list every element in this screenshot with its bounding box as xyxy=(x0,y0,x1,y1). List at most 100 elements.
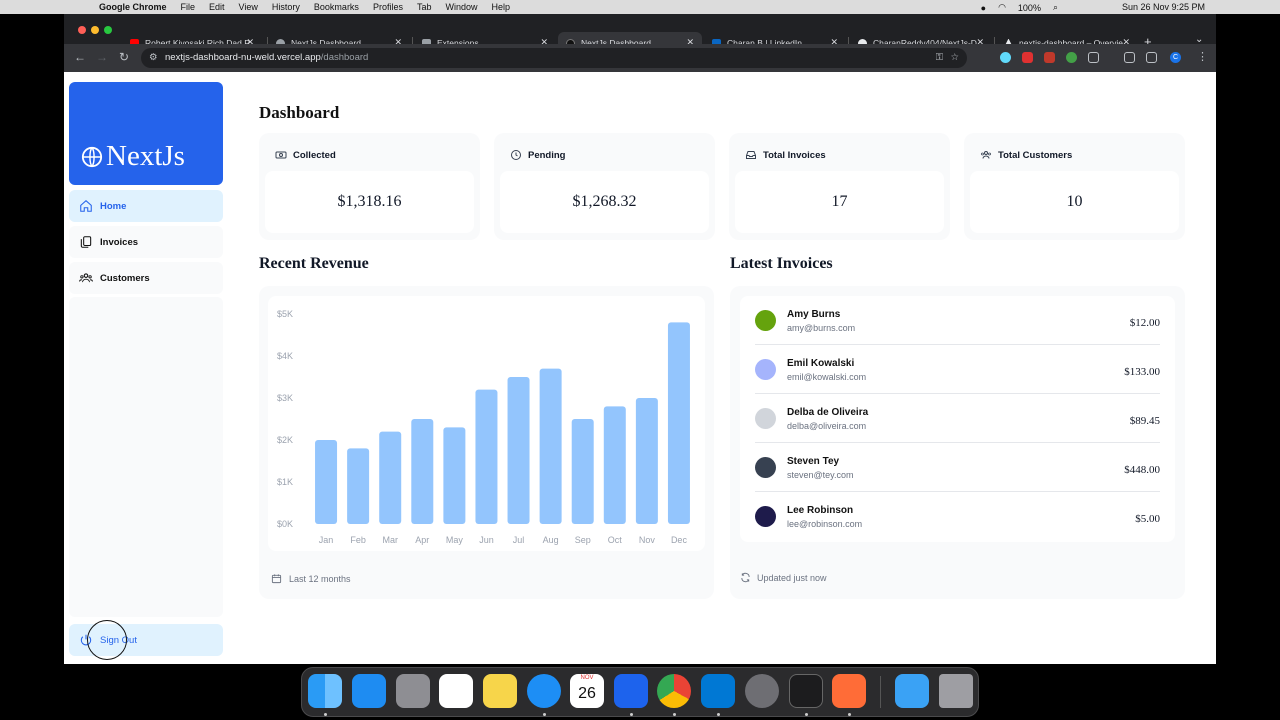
system-settings-icon[interactable] xyxy=(745,674,779,708)
invoice-row[interactable]: Emil Kowalski emil@kowalski.com $133.00 xyxy=(755,345,1160,394)
record-icon[interactable]: ● xyxy=(981,3,986,13)
launchpad-icon[interactable] xyxy=(396,674,430,708)
finder-icon[interactable] xyxy=(308,674,342,708)
revenue-bar[interactable] xyxy=(347,448,370,524)
profile-avatar[interactable]: C xyxy=(1170,52,1181,63)
extensions-puzzle-icon[interactable] xyxy=(1088,52,1099,63)
docker-icon[interactable] xyxy=(614,674,648,708)
x-tick-label: Mar xyxy=(382,535,398,545)
menu-bookmarks[interactable]: Bookmarks xyxy=(314,2,359,12)
media-controls-icon[interactable] xyxy=(1124,52,1135,63)
menu-window[interactable]: Window xyxy=(445,2,477,12)
close-window-button[interactable] xyxy=(78,26,86,34)
menu-file[interactable]: File xyxy=(181,2,196,12)
react-devtools-icon[interactable] xyxy=(1000,52,1011,63)
revenue-bar[interactable] xyxy=(571,419,594,524)
trash-icon[interactable] xyxy=(939,674,973,708)
bookmark-star-icon[interactable]: ☆ xyxy=(950,48,959,68)
dashboard-page: NextJs Home Invoices Customers Sign Out … xyxy=(64,72,1216,664)
forward-icon[interactable]: → xyxy=(96,50,108,64)
address-bar[interactable]: ⚙ nextjs-dashboard-nu-weld.vercel.app/da… xyxy=(141,48,967,68)
invoice-customer-email: delba@oliveira.com xyxy=(787,421,867,431)
card-label: Total Customers xyxy=(980,149,1072,161)
invoice-customer-name: Steven Tey xyxy=(787,456,840,467)
back-icon[interactable]: ← xyxy=(74,50,86,64)
invoice-row[interactable]: Lee Robinson lee@robinson.com $5.00 xyxy=(755,492,1160,541)
calendar-icon xyxy=(271,574,282,584)
revenue-bar[interactable] xyxy=(379,431,402,524)
revenue-footer-text: Last 12 months xyxy=(289,573,351,584)
revenue-bar[interactable] xyxy=(667,322,690,524)
site-info-icon[interactable]: ⚙ xyxy=(149,48,158,68)
invoices-footer-text: Updated just now xyxy=(757,572,827,583)
avatar xyxy=(755,457,776,478)
invoice-amount: $133.00 xyxy=(1124,366,1160,378)
revenue-panel: $0K $1K $2K $3K $4K $5K Jan Feb Mar Apr May Jun Jul A… xyxy=(259,286,714,599)
revenue-bar[interactable] xyxy=(443,427,466,524)
calendar-icon[interactable]: NOV 26 xyxy=(570,674,604,708)
browser-toolbar: ← → ↻ ⚙ nextjs-dashboard-nu-weld.vercel.… xyxy=(64,44,1216,72)
menu-edit[interactable]: Edit xyxy=(209,2,225,12)
extension-cs-icon[interactable] xyxy=(1044,52,1055,63)
card-collected: Collected $1,318.16 xyxy=(259,133,480,240)
browser-chrome: Robert Kiyosaki Rich Dad P ✕ NextJs Dashb… xyxy=(64,14,1216,72)
refresh-icon xyxy=(741,572,750,583)
folder-icon[interactable] xyxy=(895,674,929,708)
address-path: /dashboard xyxy=(320,52,369,63)
menu-profiles[interactable]: Profiles xyxy=(373,2,403,12)
battery-text: 100% xyxy=(1017,2,1041,13)
extension-green-icon[interactable] xyxy=(1066,52,1077,63)
invoices-panel: Amy Burns amy@burns.com $12.00 Emil Kowa… xyxy=(730,286,1185,599)
invoice-amount: $12.00 xyxy=(1129,317,1160,329)
extension-red-icon[interactable] xyxy=(1022,52,1033,63)
key-icon[interactable]: ⚿ xyxy=(936,48,943,68)
safari-icon[interactable] xyxy=(527,674,561,708)
card-total-customers: Total Customers 10 xyxy=(964,133,1185,240)
wifi-icon[interactable]: ◠ xyxy=(998,2,1006,13)
invoice-row[interactable]: Steven Tey steven@tey.com $448.00 xyxy=(755,443,1160,492)
revenue-bar[interactable] xyxy=(315,440,338,524)
logo-banner[interactable]: NextJs xyxy=(69,82,223,185)
revenue-bar[interactable] xyxy=(475,389,498,524)
macos-dock: NOV 26 xyxy=(301,667,979,717)
clock[interactable]: Sun 26 Nov 9:25 PM xyxy=(1122,2,1205,12)
postman-icon[interactable] xyxy=(832,674,866,708)
card-value: 10 xyxy=(970,171,1179,233)
reload-icon[interactable]: ↻ xyxy=(119,50,129,64)
invoice-customer-email: amy@burns.com xyxy=(787,323,856,333)
revenue-footer: Last 12 months xyxy=(271,573,351,584)
slack-icon[interactable] xyxy=(439,674,473,708)
revenue-bar[interactable] xyxy=(635,398,658,524)
menu-tab[interactable]: Tab xyxy=(417,2,432,12)
minimize-window-button[interactable] xyxy=(91,26,99,34)
x-tick-label: Nov xyxy=(639,535,656,545)
avatar xyxy=(755,359,776,380)
running-indicator xyxy=(324,713,327,716)
invoice-row[interactable]: Amy Burns amy@burns.com $12.00 xyxy=(755,296,1160,345)
chrome-icon[interactable] xyxy=(657,674,691,708)
sidebar-item-home[interactable]: Home xyxy=(69,190,223,222)
vscode-icon[interactable] xyxy=(701,674,735,708)
menu-view[interactable]: View xyxy=(239,2,258,12)
chrome-menu-icon[interactable]: ⋮ xyxy=(1197,50,1208,63)
card-label: Collected xyxy=(275,149,336,161)
dock-divider xyxy=(880,676,881,708)
search-icon[interactable]: ⌕ xyxy=(1053,2,1058,13)
zoom-window-button[interactable] xyxy=(104,26,112,34)
revenue-chart-svg: $0K $1K $2K $3K $4K $5K Jan Feb Mar Apr May Jun Jul A… xyxy=(277,309,690,545)
app-store-icon[interactable] xyxy=(352,674,386,708)
menu-app-name[interactable]: Google Chrome xyxy=(99,2,167,12)
menu-help[interactable]: Help xyxy=(491,2,510,12)
menu-history[interactable]: History xyxy=(272,2,300,12)
revenue-bar[interactable] xyxy=(539,368,562,524)
side-panel-icon[interactable] xyxy=(1146,52,1157,63)
sidebar-item-customers[interactable]: Customers xyxy=(69,262,223,294)
sidebar-item-invoices[interactable]: Invoices xyxy=(69,226,223,258)
notes-icon[interactable] xyxy=(483,674,517,708)
revenue-bar[interactable] xyxy=(603,406,626,524)
revenue-bar[interactable] xyxy=(411,419,434,524)
invoices-footer: Updated just now xyxy=(740,572,827,583)
terminal-icon[interactable] xyxy=(789,674,823,708)
revenue-bar[interactable] xyxy=(507,377,530,524)
invoice-row[interactable]: Delba de Oliveira delba@oliveira.com $89… xyxy=(755,394,1160,443)
